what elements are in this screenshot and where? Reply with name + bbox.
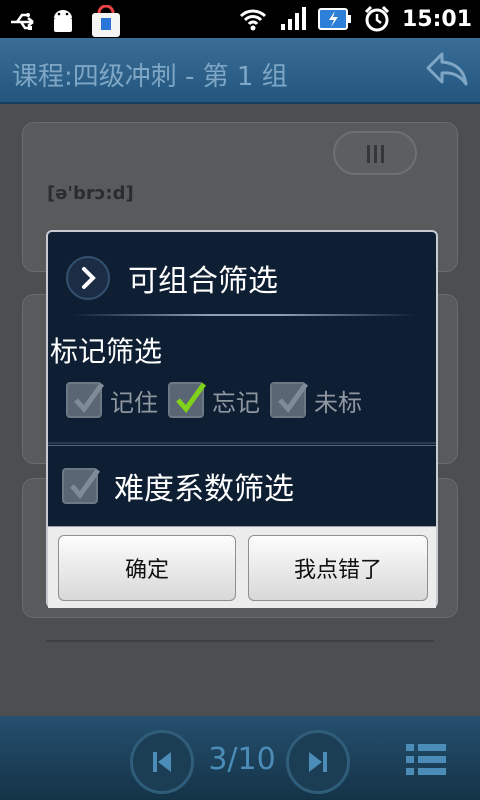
reply-back-icon (426, 52, 468, 86)
difficulty-filter-label: 难度系数筛选 (114, 472, 294, 507)
android-debug-icon (48, 7, 78, 37)
checkbox-box[interactable] (168, 382, 207, 418)
usb-icon (8, 7, 38, 37)
chevron-right-icon (66, 256, 110, 300)
phonetic-text: [ə'brɔ:d] (47, 183, 134, 204)
wifi-icon (238, 4, 268, 34)
checkbox-label: 未标 (314, 388, 362, 417)
dialog-title-divider (72, 314, 416, 316)
checkbox-label: 记住 (110, 388, 158, 417)
pause-bars-icon (367, 145, 384, 163)
clock-time: 15:01 (401, 6, 472, 32)
check-icon (70, 468, 101, 499)
mark-toggle[interactable] (333, 131, 417, 175)
checkbox-box[interactable] (66, 382, 105, 418)
difficulty-filter-checkbox[interactable]: 难度系数筛选 (62, 464, 294, 508)
title-bar: 课程:四级冲刺 - 第 1 组 (0, 38, 480, 104)
skip-previous-icon (153, 752, 171, 772)
list-menu-button[interactable] (404, 740, 448, 780)
next-button[interactable] (286, 730, 350, 794)
section-divider (48, 442, 436, 446)
dialog-title: 可组合筛选 (128, 264, 278, 299)
checkbox-forgotten[interactable]: 忘记 (168, 382, 260, 418)
filter-dialog: 可组合筛选 标记筛选 记住 忘记 未标 难度系数筛选 确定 我点错了 (46, 230, 438, 608)
mark-filter-label: 标记筛选 (50, 335, 163, 368)
checkbox-remembered[interactable]: 记住 (66, 382, 158, 418)
dialog-header: 可组合筛选 (48, 232, 436, 314)
bottom-nav-bar: 3/10 (0, 716, 480, 800)
cancel-button[interactable]: 我点错了 (248, 535, 428, 601)
check-icon (278, 382, 309, 413)
checkbox-label: 忘记 (212, 388, 260, 417)
confirm-button[interactable]: 确定 (58, 535, 236, 601)
checkbox-box[interactable] (270, 382, 309, 418)
previous-button[interactable] (130, 730, 194, 794)
dialog-footer: 确定 我点错了 (48, 526, 436, 608)
checkbox-box[interactable] (62, 468, 101, 504)
check-icon (176, 382, 207, 413)
check-icon (74, 382, 105, 413)
list-icon (406, 744, 446, 775)
battery-charging-icon (317, 4, 352, 34)
skip-next-icon (309, 752, 327, 772)
checkbox-unmarked[interactable]: 未标 (270, 382, 362, 418)
page-indicator: 3/10 (208, 742, 276, 777)
app-store-icon (88, 4, 124, 40)
signal-icon (278, 4, 308, 34)
status-bar: 15:01 (0, 0, 480, 38)
alarm-icon (362, 4, 392, 34)
page-title: 课程:四级冲刺 - 第 1 组 (12, 62, 288, 92)
divider (46, 640, 434, 642)
back-button[interactable] (424, 50, 470, 90)
mark-filter-options: 记住 忘记 未标 (66, 382, 372, 418)
